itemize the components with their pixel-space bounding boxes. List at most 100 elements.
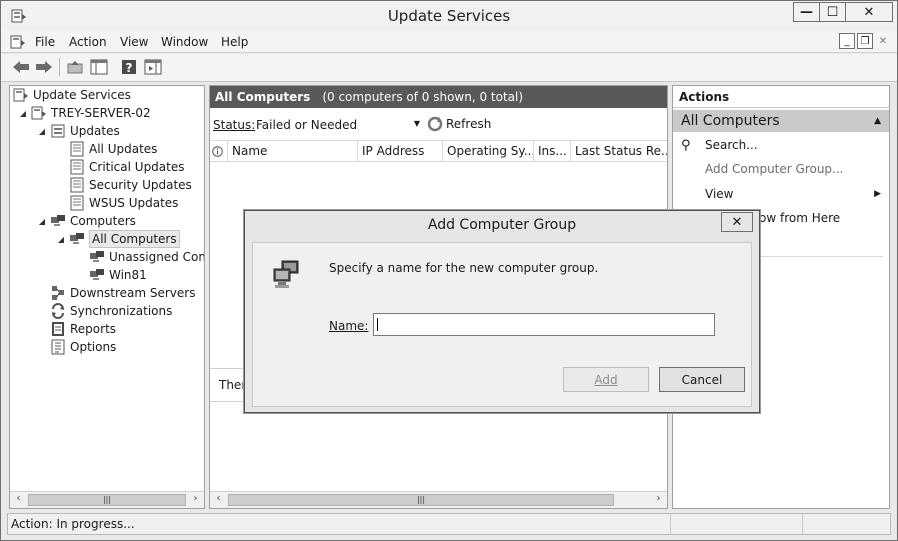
dialog-message: Specify a name for the new computer grou… [329, 261, 599, 275]
tree-label: WSUS Updates [89, 196, 179, 210]
submenu-arrow-icon: ▶ [874, 189, 881, 199]
menu-view[interactable]: View [120, 35, 148, 49]
console-tree: Update Services ◢ TREY-SERVER-02 ◢ Updat… [9, 85, 205, 509]
menu-file[interactable]: File [35, 35, 55, 49]
action-view-label: View [705, 187, 734, 201]
scroll-thumb[interactable]: ||| [28, 494, 186, 506]
scroll-right-arrow-icon[interactable]: › [651, 493, 666, 507]
action-search[interactable]: ⚲ Search... [673, 135, 889, 155]
show-hide-action-pane-button[interactable] [143, 57, 163, 77]
options-icon [51, 339, 65, 355]
mdi-controls: _ ❐ ✕ [837, 33, 891, 49]
collapse-arrow-icon[interactable]: ◢ [56, 235, 66, 244]
status-value: Failed or Needed [256, 118, 358, 132]
synchronization-icon [52, 303, 64, 319]
status-filter-row: Status: Failed or Needed ▼ Refresh [210, 114, 667, 136]
tree-label: Computers [70, 214, 136, 228]
column-installed[interactable]: Ins... [534, 141, 571, 161]
tree-node-security-updates[interactable]: Security Updates [69, 176, 192, 194]
back-button[interactable] [11, 57, 31, 77]
forward-button[interactable] [34, 57, 54, 77]
tree-node-all-updates[interactable]: All Updates [69, 140, 157, 158]
scroll-right-arrow-icon[interactable]: › [188, 493, 203, 507]
action-add-group-label: Add Computer Group... [705, 162, 844, 176]
collapse-arrow-icon[interactable]: ◢ [37, 217, 47, 226]
maximize-button[interactable]: ☐ [819, 2, 846, 22]
collapse-arrow-icon[interactable]: ◢ [18, 109, 28, 118]
results-title: All Computers [215, 90, 311, 104]
action-add-computer-group[interactable]: Add Computer Group... [673, 159, 889, 179]
menu-window[interactable]: Window [161, 35, 208, 49]
dialog-body: Specify a name for the new computer grou… [252, 242, 752, 407]
tree-node-synchronizations[interactable]: Synchronizations [50, 302, 172, 320]
console-tree-icon [90, 59, 108, 75]
column-name[interactable]: Name [228, 141, 358, 161]
add-button-label: Add [594, 372, 618, 387]
computer-group-icon [90, 251, 104, 262]
actions-header: Actions [673, 86, 889, 108]
minimize-button[interactable]: — [793, 2, 820, 22]
console-icon[interactable] [10, 34, 26, 50]
tree-node-downstream-servers[interactable]: Downstream Servers [50, 284, 195, 302]
menu-bar: File Action View Window Help _ ❐ ✕ [1, 31, 897, 53]
tree-node-all-computers[interactable]: ◢ All Computers [56, 230, 180, 248]
server-icon [31, 106, 46, 120]
column-ip-address[interactable]: IP Address [358, 141, 443, 161]
tree-node-win81[interactable]: Win81 [89, 266, 147, 284]
folder-up-icon [67, 61, 83, 74]
tree-label: Reports [70, 322, 117, 336]
actions-group-all-computers[interactable]: All Computers ▲ [673, 110, 889, 132]
scroll-left-arrow-icon[interactable]: ‹ [11, 493, 26, 507]
tree-horizontal-scrollbar[interactable]: ‹ ||| › [10, 491, 204, 508]
tree-label: Security Updates [89, 178, 192, 192]
actions-group-title: All Computers [681, 113, 780, 129]
actions-divider [761, 256, 883, 257]
scroll-left-arrow-icon[interactable]: ‹ [211, 493, 226, 507]
show-hide-tree-button[interactable] [89, 57, 109, 77]
computer-group-icon [273, 260, 299, 288]
results-horizontal-scrollbar[interactable]: ‹ ||| › [210, 491, 667, 508]
results-count: (0 computers of 0 shown, 0 total) [322, 90, 524, 104]
menu-help[interactable]: Help [221, 35, 248, 49]
tree-node-options[interactable]: Options [50, 338, 116, 356]
add-button[interactable]: Add [563, 367, 649, 392]
group-name-input[interactable] [373, 313, 715, 336]
tree-node-wsus-updates[interactable]: WSUS Updates [69, 194, 178, 212]
status-cell [803, 514, 889, 534]
help-button[interactable]: ? [119, 57, 139, 77]
tree-node-critical-updates[interactable]: Critical Updates [69, 158, 185, 176]
action-view[interactable]: View ▶ [673, 184, 889, 204]
mdi-restore-button[interactable]: ❐ [857, 33, 873, 49]
action-search-label: Search... [705, 138, 758, 152]
dialog-close-button[interactable]: ✕ [721, 212, 753, 232]
column-operating-system[interactable]: Operating Sy... [443, 141, 534, 161]
title-bar: Update Services — ☐ ✕ [1, 1, 897, 31]
up-level-button[interactable] [65, 57, 85, 77]
tree-node-unassigned-computers[interactable]: Unassigned Comp [89, 248, 204, 266]
back-arrow-icon [13, 61, 29, 73]
scroll-thumb[interactable]: ||| [228, 494, 614, 506]
column-status-icon[interactable] [210, 141, 228, 161]
status-label: Status: [213, 118, 256, 132]
search-icon: ⚲ [681, 137, 691, 153]
collapse-arrow-icon[interactable]: ◢ [37, 127, 47, 136]
window-title: Update Services [387, 7, 511, 25]
menu-action[interactable]: Action [69, 35, 107, 49]
tree-label: Updates [70, 124, 120, 138]
tree-node-server[interactable]: ◢ TREY-SERVER-02 [18, 104, 151, 122]
status-dropdown[interactable]: Failed or Needed ▼ [252, 115, 422, 135]
cancel-button[interactable]: Cancel [659, 367, 745, 392]
refresh-button[interactable]: Refresh [427, 116, 491, 132]
tree-label: Unassigned Comp [109, 250, 204, 264]
tree-node-computers[interactable]: ◢ Computers [37, 212, 136, 230]
mdi-minimize-button[interactable]: _ [839, 33, 855, 49]
tree-node-updates[interactable]: ◢ Updates [37, 122, 120, 140]
collapse-up-icon[interactable]: ▲ [874, 116, 881, 126]
close-button[interactable]: ✕ [845, 2, 893, 22]
refresh-icon [427, 116, 443, 132]
tree-node-update-services[interactable]: Update Services [13, 86, 131, 104]
tree-node-reports[interactable]: Reports [50, 320, 116, 338]
reports-icon [52, 322, 64, 336]
mdi-close-button[interactable]: ✕ [875, 33, 891, 49]
column-last-status-report[interactable]: Last Status Re... [571, 141, 667, 161]
